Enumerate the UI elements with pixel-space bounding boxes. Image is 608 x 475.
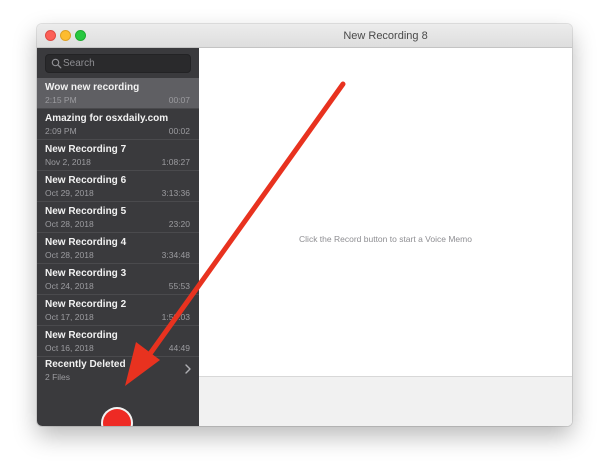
record-button[interactable] [101,407,133,426]
search-icon [51,58,62,69]
recording-date: Oct 28, 2018 [45,219,94,229]
recording-duration: 00:07 [168,95,190,105]
recording-duration: 00:02 [168,126,190,136]
recording-item[interactable]: New Recording 2 Oct 17, 2018 1:50:03 [37,295,199,326]
record-icon [103,409,131,426]
recording-name: Amazing for osxdaily.com [45,113,169,124]
recording-name: New Recording 3 [45,268,127,279]
recording-item[interactable]: New Recording Oct 16, 2018 44:49 [37,326,199,357]
recording-item[interactable]: New Recording 7 Nov 2, 2018 1:08:27 [37,140,199,171]
recently-deleted-label: Recently Deleted [45,359,126,370]
recording-duration: 3:34:48 [161,250,190,260]
recording-name: New Recording 6 [45,175,127,186]
recording-name: Wow new recording [45,82,140,93]
playback-footer [199,376,572,426]
recording-date: 2:09 PM [45,126,77,136]
recording-item[interactable]: New Recording 6 Oct 29, 2018 3:13:36 [37,171,199,202]
recording-item[interactable]: Amazing for osxdaily.com 2:09 PM 00:02 [37,109,199,140]
recordings-list: Wow new recording 2:15 PM 00:07 Amazing … [37,78,199,357]
empty-state-hint: Click the Record button to start a Voice… [299,234,472,244]
recording-name: New Recording [45,330,118,341]
recording-item[interactable]: New Recording 3 Oct 24, 2018 55:53 [37,264,199,295]
recently-deleted-item[interactable]: Recently Deleted 2 Files [37,357,199,383]
recording-date: 2:15 PM [45,95,77,105]
voice-memos-window: New Recording 8 Wow new recording 2:15 P… [37,24,572,426]
recording-item[interactable]: New Recording 4 Oct 28, 2018 3:34:48 [37,233,199,264]
close-window-button[interactable] [45,30,56,41]
search-field[interactable] [45,54,191,73]
recording-duration: 44:49 [168,343,190,353]
title-bar[interactable]: New Recording 8 [37,24,572,48]
recording-date: Oct 28, 2018 [45,250,94,260]
window-title: New Recording 8 [343,30,428,42]
chevron-right-icon [185,364,191,374]
sidebar: Wow new recording 2:15 PM 00:07 Amazing … [37,48,199,426]
recording-item[interactable]: Wow new recording 2:15 PM 00:07 [37,78,199,109]
recording-duration: 1:08:27 [161,157,190,167]
recording-item[interactable]: New Recording 5 Oct 28, 2018 23:20 [37,202,199,233]
recording-name: New Recording 2 [45,299,127,310]
maximize-window-button[interactable] [75,30,86,41]
recording-date: Oct 29, 2018 [45,188,94,198]
recording-duration: 23:20 [168,219,190,229]
recording-name: New Recording 7 [45,144,127,155]
search-input[interactable] [63,55,188,72]
minimize-window-button[interactable] [60,30,71,41]
recording-date: Oct 24, 2018 [45,281,94,291]
recording-date: Nov 2, 2018 [45,157,91,167]
recording-duration: 1:50:03 [161,312,190,322]
main-pane: Click the Record button to start a Voice… [199,48,572,426]
recording-name: New Recording 4 [45,237,127,248]
recording-date: Oct 16, 2018 [45,343,94,353]
recording-duration: 55:53 [168,281,190,291]
recording-date: Oct 17, 2018 [45,312,94,322]
recording-duration: 3:13:36 [161,188,190,198]
recently-deleted-count: 2 Files [45,372,71,382]
recording-name: New Recording 5 [45,206,127,217]
